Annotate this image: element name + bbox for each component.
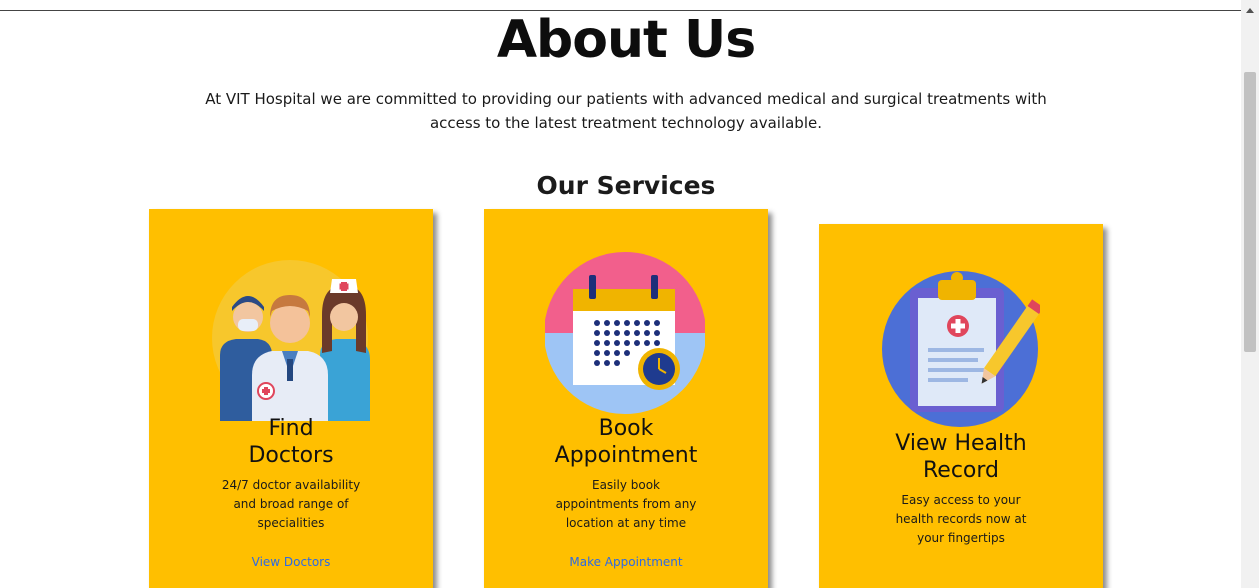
card-title-line-1: Find [268,416,314,441]
card-description-line-1: 24/7 doctor availability [221,478,361,492]
card-description-line-3: location at any time [565,516,687,530]
card-title-line-1: View Health [895,431,1027,456]
health-record-icon [882,271,1040,427]
card-title-line-1: Book [598,416,654,441]
about-description: At VIT Hospital we are committed to prov… [205,90,1047,132]
calendar-icon [545,252,705,414]
vertical-scrollbar[interactable] [1241,0,1259,588]
card-title-line-2: Doctors [248,443,334,468]
card-description-line-3: specialities [257,516,325,530]
service-card-find-doctors: Find Doctors 24/7 doctor availability an… [149,209,433,588]
card-description-line-2: health records now at [895,512,1027,526]
scrollbar-thumb[interactable] [1244,72,1256,352]
services-title: Our Services [536,171,716,200]
make-appointment-link[interactable]: Make Appointment [484,555,768,569]
card-description-line-1: Easily book [591,478,661,492]
card-description-line-1: Easy access to your [901,493,1021,507]
view-doctors-link[interactable]: View Doctors [149,555,433,569]
service-card-book-appointment: Book Appointment Easily book appointment… [484,209,768,588]
card-title-line-2: Appointment [554,443,698,468]
card-description-line-2: and broad range of [233,497,349,511]
card-title-line-2: Record [922,458,999,483]
service-card-view-health-record: View Health Record Easy access to your h… [819,224,1103,588]
doctors-icon [212,260,370,421]
about-title: About Us [496,10,756,70]
card-description-line-3: your fingertips [917,531,1005,545]
card-description-line-2: appointments from any [555,497,697,511]
